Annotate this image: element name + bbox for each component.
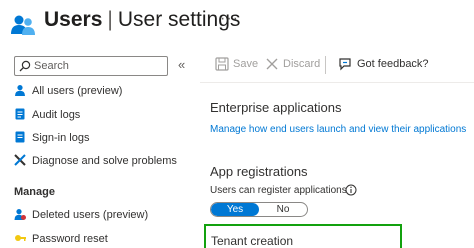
sidebar-item-all-users[interactable]: All users (preview) — [14, 82, 194, 102]
sidebar-item-diagnose[interactable]: Diagnose and solve problems — [14, 152, 194, 172]
save-label: Save — [233, 58, 259, 70]
feedback-icon — [339, 58, 351, 71]
sidebar-item-label: Audit logs — [32, 109, 81, 121]
close-icon — [266, 58, 278, 70]
key-icon — [15, 235, 26, 241]
info-icon[interactable] — [345, 184, 357, 196]
toggle-no[interactable]: No — [259, 203, 307, 216]
tenant-creation-heading: Tenant creation — [211, 234, 294, 248]
discard-label: Discard — [283, 58, 321, 70]
deleted-user-icon — [14, 209, 26, 220]
search-placeholder: Search — [34, 60, 69, 72]
title-separator: | — [107, 8, 113, 31]
user-icon — [15, 85, 25, 96]
page-title: Users | User settings — [44, 8, 240, 32]
collapse-sidebar-button[interactable]: « — [178, 57, 185, 72]
users-icon — [11, 15, 35, 35]
feedback-label: Got feedback? — [357, 58, 429, 70]
discard-button[interactable]: Discard — [265, 58, 320, 70]
page-header: Users | User settings ··· — [0, 0, 474, 44]
sidebar-item-label: Password reset — [32, 233, 108, 245]
sidebar-item-label: Diagnose and solve problems — [32, 155, 177, 167]
sidebar-item-label: All users (preview) — [32, 85, 123, 97]
enterprise-apps-link[interactable]: Manage how end users launch and view the… — [210, 124, 466, 135]
search-icon — [19, 60, 31, 72]
sign-in-log-icon — [15, 131, 25, 143]
enterprise-apps-heading: Enterprise applications — [210, 100, 342, 115]
sidebar-item-label: Deleted users (preview) — [32, 209, 149, 221]
register-apps-toggle[interactable]: Yes No — [210, 202, 308, 217]
toolbar-divider — [325, 56, 326, 74]
sidebar-item-deleted-users[interactable]: Deleted users (preview) — [14, 206, 194, 226]
more-options-button[interactable]: ··· — [220, 10, 239, 28]
toggle-yes[interactable]: Yes — [211, 203, 259, 216]
feedback-button[interactable]: Got feedback? — [338, 58, 429, 71]
tenant-creation-highlight: Tenant creation — [204, 224, 402, 248]
search-input[interactable]: Search — [14, 56, 168, 76]
users-can-register-label: Users can register applications — [210, 185, 347, 196]
sidebar-item-password-reset[interactable]: Password reset — [14, 230, 194, 248]
sidebar-item-audit-logs[interactable]: Audit logs — [14, 106, 194, 126]
section-manage: Manage — [14, 186, 55, 198]
save-icon — [215, 57, 229, 71]
title-main: Users — [44, 8, 103, 31]
wrench-icon — [14, 154, 26, 166]
app-registrations-heading: App registrations — [210, 164, 308, 179]
toolbar-bottom-border — [200, 82, 474, 83]
sidebar-item-label: Sign-in logs — [32, 132, 90, 144]
audit-log-icon — [15, 108, 25, 120]
sidebar-item-sign-in-logs[interactable]: Sign-in logs — [14, 129, 194, 149]
save-button[interactable]: Save — [215, 57, 259, 71]
